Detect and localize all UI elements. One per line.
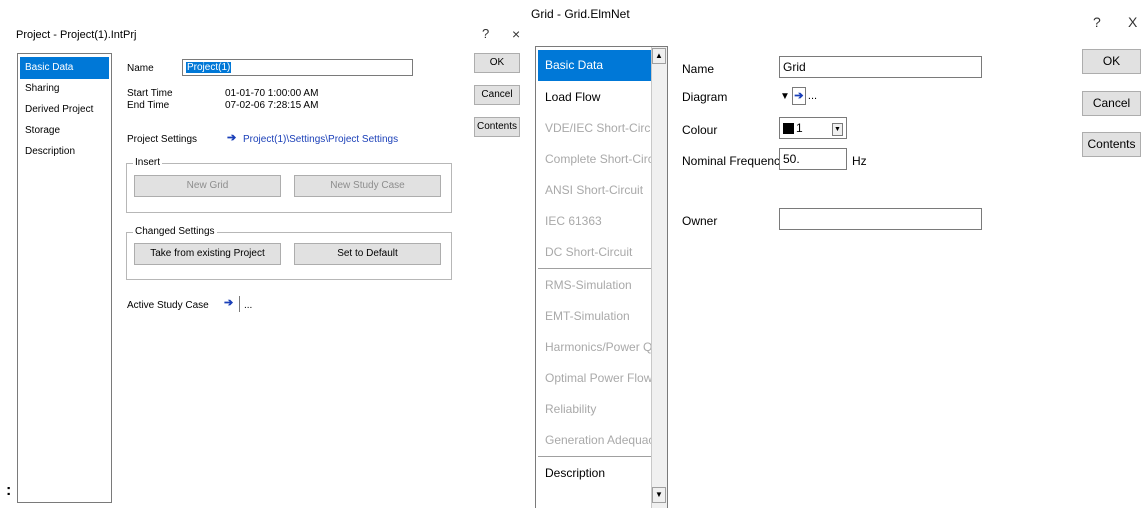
name-label: Name	[682, 62, 715, 76]
colour-swatch	[783, 122, 794, 134]
page-navigation-list: Basic Data Sharing Derived Project Stora…	[17, 53, 112, 503]
ok-button[interactable]: OK	[474, 53, 520, 73]
project-settings-label: Project Settings	[127, 134, 198, 145]
nominal-frequency-label: Nominal Frequency	[682, 154, 787, 168]
nav-separator	[538, 456, 651, 457]
colour-value: 1	[796, 121, 803, 135]
nav-item-derived-project[interactable]: Derived Project	[20, 99, 109, 121]
nav-item-description[interactable]: Description	[538, 458, 651, 489]
name-input[interactable]: Grid	[779, 56, 982, 78]
help-button[interactable]: ?	[1093, 14, 1101, 30]
stray-colon: :	[6, 482, 12, 499]
nav-item-sharing[interactable]: Sharing	[20, 78, 109, 100]
ok-button[interactable]: OK	[1082, 49, 1141, 74]
name-input[interactable]: Project(1)	[182, 59, 413, 76]
nav-scrollbar[interactable]: ▲ ▼	[651, 47, 667, 508]
active-study-case-label: Active Study Case	[127, 300, 209, 311]
frequency-unit: Hz	[852, 154, 867, 168]
new-study-case-button[interactable]: New Study Case	[294, 175, 441, 197]
nav-item-basic-data[interactable]: Basic Data	[20, 57, 109, 79]
nav-item-generation-adequacy: Generation Adequacy	[545, 433, 651, 447]
end-time-label: End Time	[127, 100, 170, 111]
nav-item-rms-simulation: RMS-Simulation	[545, 278, 632, 292]
name-label: Name	[127, 63, 154, 74]
nav-item-iec-61363: IEC 61363	[545, 214, 602, 228]
nav-item-reliability: Reliability	[545, 402, 597, 416]
start-time-label: Start Time	[127, 88, 173, 99]
set-to-default-button[interactable]: Set to Default	[294, 243, 441, 265]
nav-item-ansi-short-circuit: ANSI Short-Circuit	[545, 183, 644, 197]
scroll-up-icon[interactable]: ▲	[652, 48, 666, 64]
nav-item-complete-short-circuit: Complete Short-Circuit	[545, 152, 651, 166]
nav-item-storage[interactable]: Storage	[20, 120, 109, 142]
page-navigation-list: Basic Data Load Flow VDE/IEC Short-Circu…	[535, 46, 668, 508]
cancel-button[interactable]: Cancel	[474, 85, 520, 105]
owner-input[interactable]	[779, 208, 982, 230]
take-from-existing-project-button[interactable]: Take from existing Project	[134, 243, 281, 265]
dropdown-arrow-icon[interactable]: ▼	[780, 91, 790, 102]
nominal-frequency-input[interactable]: 50.	[779, 148, 847, 170]
arrow-right-icon: ➔	[794, 90, 804, 102]
colour-label: Colour	[682, 123, 718, 137]
dialog-title: Grid - Grid.ElmNet	[531, 7, 630, 21]
nav-item-vde-iec-short-circuit: VDE/IEC Short-Circuit	[545, 121, 651, 135]
nav-item-dc-short-circuit: DC Short-Circuit	[545, 245, 633, 259]
close-button[interactable]: ×	[512, 26, 520, 42]
help-button[interactable]: ?	[482, 26, 489, 41]
nav-item-emt-simulation: EMT-Simulation	[545, 309, 630, 323]
end-time-value: 07-02-06 7:28:15 AM	[225, 100, 319, 111]
diagram-selector[interactable]: ▼ ➔ ...	[780, 86, 830, 106]
scroll-down-icon[interactable]: ▼	[652, 487, 666, 503]
active-study-case-select-button[interactable]: ➔	[224, 296, 240, 312]
active-study-case-ellipsis[interactable]: ...	[244, 300, 252, 311]
contents-button[interactable]: Contents	[1082, 132, 1141, 157]
owner-label: Owner	[682, 214, 718, 228]
contents-button[interactable]: Contents	[474, 117, 520, 137]
nav-separator	[538, 268, 651, 269]
nav-item-harmonics-power-quality: Harmonics/Power Quality	[545, 340, 651, 354]
diagram-label: Diagram	[682, 90, 728, 104]
start-time-value: 01-01-70 1:00:00 AM	[225, 88, 319, 99]
new-grid-button[interactable]: New Grid	[134, 175, 281, 197]
nav-item-basic-data[interactable]: Basic Data	[538, 50, 651, 81]
changed-settings-title: Changed Settings	[133, 226, 217, 237]
name-value: Project(1)	[186, 62, 232, 73]
nav-item-load-flow[interactable]: Load Flow	[538, 82, 651, 113]
dialog-title: Project - Project(1).IntPrj	[16, 29, 137, 41]
diagram-ellipsis[interactable]: ...	[808, 90, 817, 102]
project-settings-link[interactable]: Project(1)\Settings\Project Settings	[243, 134, 398, 145]
nav-item-description[interactable]: Description	[20, 141, 109, 163]
arrow-right-icon[interactable]: ➔	[227, 131, 236, 144]
arrow-right-icon: ➔	[224, 297, 234, 309]
nav-item-optimal-power-flow: Optimal Power Flow	[545, 371, 651, 385]
dropdown-arrow-icon[interactable]: ▼	[832, 122, 843, 136]
cancel-button[interactable]: Cancel	[1082, 91, 1141, 116]
close-button[interactable]: X	[1128, 14, 1137, 30]
diagram-jump-button[interactable]: ➔	[791, 87, 806, 105]
insert-group-title: Insert	[133, 157, 163, 168]
colour-select[interactable]: 1 ▼	[779, 117, 847, 139]
